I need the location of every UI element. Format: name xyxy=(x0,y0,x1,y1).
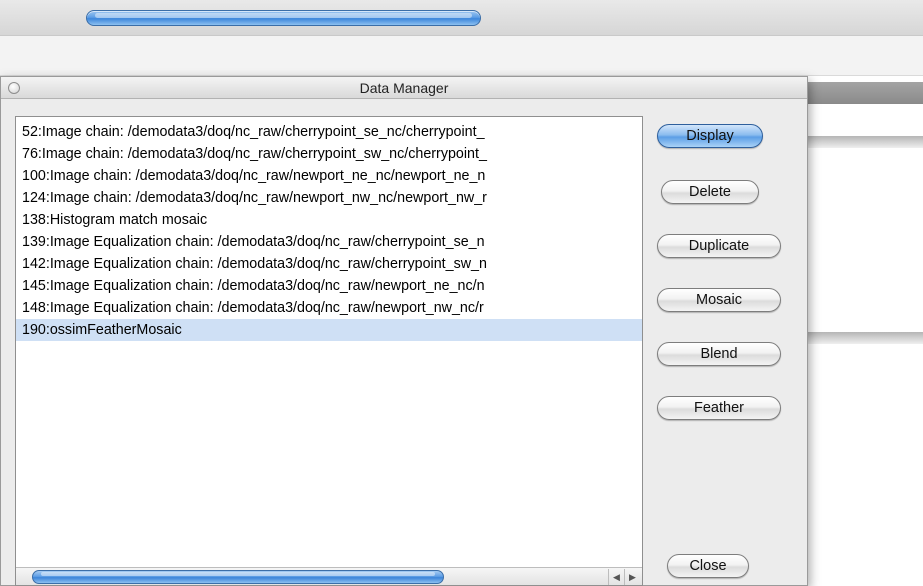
background-divider xyxy=(800,332,923,344)
background-strip xyxy=(0,36,923,76)
title-bar[interactable]: Data Manager xyxy=(1,77,807,99)
mosaic-button[interactable]: Mosaic xyxy=(657,288,781,312)
background-horizontal-scrollbar-thumb[interactable] xyxy=(86,10,481,26)
background-divider xyxy=(800,136,923,148)
display-button[interactable]: Display xyxy=(657,124,763,148)
list-item[interactable]: 142:Image Equalization chain: /demodata3… xyxy=(16,253,642,275)
list-item[interactable]: 148:Image Equalization chain: /demodata3… xyxy=(16,297,642,319)
scroll-left-icon[interactable]: ◀ xyxy=(608,569,624,585)
horizontal-scrollbar[interactable]: ◀ ▶ xyxy=(16,567,642,585)
list-item[interactable]: 52:Image chain: /demodata3/doq/nc_raw/ch… xyxy=(16,121,642,143)
list-item-selected[interactable]: 190:ossimFeatherMosaic xyxy=(16,319,642,341)
horizontal-scrollbar-thumb[interactable] xyxy=(32,570,444,584)
list-item[interactable]: 139:Image Equalization chain: /demodata3… xyxy=(16,231,642,253)
scroll-right-icon[interactable]: ▶ xyxy=(624,569,640,585)
blend-button[interactable]: Blend xyxy=(657,342,781,366)
background-toolbar xyxy=(0,0,923,36)
data-object-list[interactable]: 52:Image chain: /demodata3/doq/nc_raw/ch… xyxy=(15,116,643,586)
list-item[interactable]: 145:Image Equalization chain: /demodata3… xyxy=(16,275,642,297)
close-button[interactable]: Close xyxy=(667,554,749,578)
list-item[interactable]: 100:Image chain: /demodata3/doq/nc_raw/n… xyxy=(16,165,642,187)
duplicate-button[interactable]: Duplicate xyxy=(657,234,781,258)
feather-button[interactable]: Feather xyxy=(657,396,781,420)
delete-button[interactable]: Delete xyxy=(661,180,759,204)
background-panel-header xyxy=(800,82,923,104)
list-item[interactable]: 124:Image chain: /demodata3/doq/nc_raw/n… xyxy=(16,187,642,209)
list-item[interactable]: 138:Histogram match mosaic xyxy=(16,209,642,231)
window-title: Data Manager xyxy=(359,80,449,96)
data-manager-window: Data Manager 52:Image chain: /demodata3/… xyxy=(0,76,808,586)
list-item[interactable]: 76:Image chain: /demodata3/doq/nc_raw/ch… xyxy=(16,143,642,165)
